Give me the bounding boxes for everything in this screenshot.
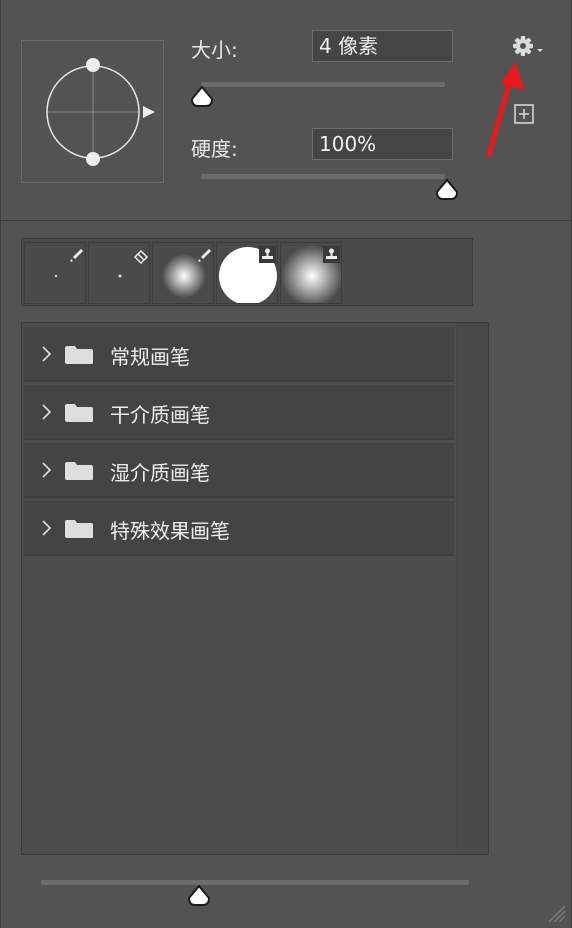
folder-row-special-effects-brushes[interactable]: 特殊效果画笔 [24, 501, 454, 556]
list-scrollbar[interactable] [456, 323, 488, 854]
folder-row-dry-media-brushes[interactable]: 干介质画笔 [24, 385, 454, 440]
recent-brush-tile[interactable] [216, 242, 278, 304]
folder-icon [65, 520, 93, 538]
recent-brushes-strip [21, 238, 473, 306]
preview-size-slider-track[interactable] [41, 880, 469, 885]
hardness-slider-thumb[interactable] [435, 179, 459, 201]
size-field[interactable]: 4 像素 [312, 30, 453, 62]
folder-name: 特殊效果画笔 [110, 519, 230, 543]
folder-row-wet-media-brushes[interactable]: 湿介质画笔 [24, 443, 454, 498]
folder-icon [65, 404, 93, 422]
recent-brush-tile[interactable] [88, 242, 150, 304]
chevron-right-icon[interactable] [40, 519, 52, 537]
size-label: 大小: [191, 38, 238, 62]
brush-icon [70, 249, 83, 262]
recent-brush-tile[interactable] [24, 242, 86, 304]
roundness-handle-bottom [86, 152, 100, 166]
angle-arrow [143, 106, 155, 118]
hardness-label: 硬度: [191, 137, 238, 161]
red-annotation-arrow-icon [486, 62, 525, 158]
gear-icon[interactable] [511, 34, 545, 58]
recent-brush-tile[interactable] [280, 242, 342, 304]
resize-grip-icon[interactable] [545, 902, 567, 924]
size-slider-track[interactable] [201, 82, 445, 87]
hardness-slider-track[interactable] [201, 174, 445, 179]
folder-name: 干介质画笔 [110, 403, 210, 427]
preview-size-slider-thumb[interactable] [187, 885, 211, 907]
size-slider-thumb[interactable] [190, 86, 214, 108]
hardness-field[interactable]: 100% [312, 128, 453, 160]
folder-name: 常规画笔 [110, 345, 190, 369]
brush-settings-panel: 大小: 4 像素 硬度: 100% 常规画笔 干介质画笔 湿介质画笔 特殊效果画… [0, 0, 572, 928]
brush-icon [198, 249, 211, 262]
eraser-icon [133, 249, 149, 265]
folder-row-general-brushes[interactable]: 常规画笔 [24, 327, 454, 382]
folder-icon [65, 462, 93, 480]
brush-angle-roundness-preview[interactable] [21, 40, 164, 183]
chevron-right-icon[interactable] [40, 345, 52, 363]
brush-options-section: 大小: 4 像素 硬度: 100% [1, 0, 572, 221]
folder-name: 湿介质画笔 [110, 461, 210, 485]
folder-icon [65, 346, 93, 364]
chevron-right-icon[interactable] [40, 403, 52, 421]
chevron-right-icon[interactable] [40, 461, 52, 479]
recent-brush-tile[interactable] [152, 242, 214, 304]
roundness-handle-top [86, 58, 100, 72]
brush-preset-list[interactable]: 常规画笔 干介质画笔 湿介质画笔 特殊效果画笔 [21, 322, 489, 855]
